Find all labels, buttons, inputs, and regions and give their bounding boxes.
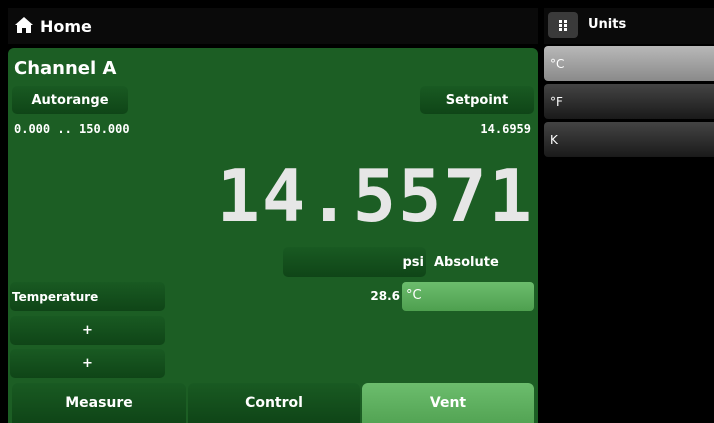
channel-title: Channel A xyxy=(14,58,117,79)
tab-vent[interactable]: Vent xyxy=(362,383,534,423)
temperature-unit-button[interactable]: °C xyxy=(402,282,534,311)
units-title: Units xyxy=(588,17,627,32)
range-label: 0.000 .. 150.000 xyxy=(14,122,130,136)
unit-option-celsius[interactable]: °C xyxy=(544,46,714,81)
tab-control[interactable]: Control xyxy=(188,383,360,423)
setpoint-value: 14.6959 xyxy=(480,122,531,136)
temperature-value: 28.6 xyxy=(370,289,400,303)
add-display-button[interactable]: + xyxy=(10,316,165,345)
pressure-unit-button[interactable]: psi xyxy=(283,247,426,277)
measurement-mode: Absolute xyxy=(434,255,499,270)
grid-menu-button[interactable] xyxy=(548,12,578,38)
home-icon[interactable] xyxy=(14,16,34,34)
temperature-button[interactable]: Temperature xyxy=(10,282,165,311)
unit-option-kelvin[interactable]: K xyxy=(544,122,714,157)
unit-option-fahrenheit[interactable]: °F xyxy=(544,84,714,119)
setpoint-button[interactable]: Setpoint xyxy=(420,86,534,114)
tab-measure[interactable]: Measure xyxy=(12,383,186,423)
grid-icon xyxy=(558,16,568,35)
autorange-button[interactable]: Autorange xyxy=(12,86,128,114)
home-title: Home xyxy=(40,17,92,36)
pressure-reading: 14.5571 xyxy=(216,154,534,238)
add-display-button[interactable]: + xyxy=(10,349,165,378)
